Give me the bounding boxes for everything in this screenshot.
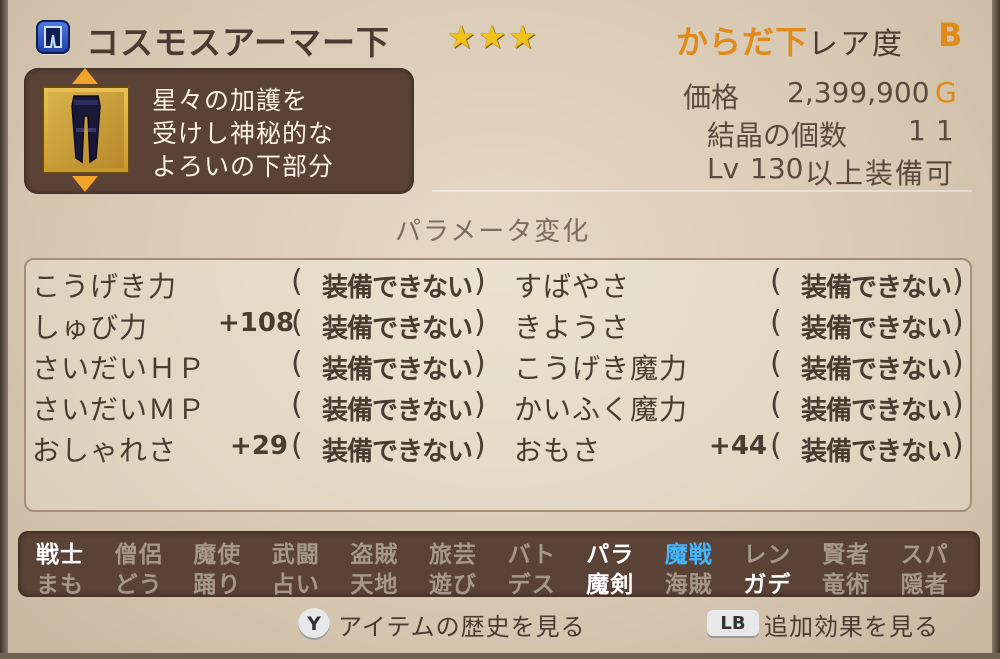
param-name: かいふく魔力: [514, 393, 689, 426]
param-name: こうげき魔力: [514, 352, 689, 385]
param-name: こうげき力: [32, 270, 178, 303]
close-paren: ): [952, 387, 964, 422]
job-row2-11: 隠者: [900, 572, 949, 598]
job-row2-10: 竜術: [822, 572, 870, 598]
open-paren: (: [770, 346, 782, 381]
param-name: おしゃれさ: [32, 434, 178, 467]
job-row1-0: 戦士: [36, 542, 84, 568]
item-name: コスモスアーマー下: [86, 23, 391, 62]
previous-item-arrow[interactable]: [72, 68, 98, 84]
price-label: 価格: [683, 81, 740, 114]
param-name: さいだいＭＰ: [32, 393, 207, 426]
star-rating: ★★★: [447, 18, 540, 56]
description-line: 星々の加護を: [152, 86, 309, 115]
open-paren: (: [291, 346, 303, 381]
close-paren: ): [474, 346, 486, 381]
item-description: 星々の加護を 受けし神秘的な よろいの下部分: [152, 84, 402, 183]
close-paren: ): [474, 428, 486, 463]
param-status: 装備できない: [801, 273, 952, 303]
right-border: [992, 0, 1000, 659]
armor-lower-icon: [36, 20, 70, 54]
bottom-border: [0, 653, 1000, 659]
param-name: しゅび力: [32, 311, 149, 344]
job-row2-7: 魔剣: [586, 572, 635, 598]
close-paren: ): [474, 264, 486, 299]
job-row1-9: レン: [743, 542, 792, 568]
param-name: きようさ: [514, 311, 631, 344]
close-paren: ): [952, 428, 964, 463]
param-status: 装備できない: [322, 273, 473, 303]
open-paren: (: [291, 264, 303, 299]
job-row2-6: デス: [507, 572, 556, 598]
close-paren: ): [952, 264, 964, 299]
job-row2-8: 海賊: [664, 572, 713, 598]
job-row1-3: 武闘: [271, 542, 320, 568]
extra-effects-link[interactable]: 追加効果を見る: [764, 607, 939, 642]
job-row2-3: 占い: [271, 572, 320, 598]
param-status: 装備できない: [801, 437, 952, 467]
open-paren: (: [770, 387, 782, 422]
next-item-arrow[interactable]: [72, 176, 98, 192]
crystal-value: 11: [908, 114, 964, 147]
close-paren: ): [952, 346, 964, 381]
param-name: おもさ: [514, 434, 602, 467]
job-row1-11: スパ: [900, 542, 949, 568]
job-row1-1: 僧侶: [114, 542, 163, 568]
info-divider: [432, 190, 972, 192]
param-name: すばやさ: [514, 270, 631, 303]
level-prefix: Lv: [707, 152, 740, 185]
price-unit: G: [935, 76, 957, 109]
param-status: 装備できない: [322, 437, 473, 467]
param-bonus: +29: [230, 431, 288, 461]
job-row1-6: バト: [507, 542, 557, 568]
rarity-label: レア度: [808, 27, 904, 62]
crystal-label: 結晶の個数: [707, 119, 848, 152]
job-row1-2: 魔使: [193, 542, 242, 568]
level-requirement: 130: [750, 152, 804, 185]
open-paren: (: [291, 305, 303, 340]
description-line: よろいの下部分: [152, 152, 335, 181]
job-row2-5: 遊び: [429, 572, 477, 598]
job-row2-0: まも: [36, 572, 84, 598]
job-row2-2: 踊り: [193, 572, 242, 598]
param-status: 装備できない: [801, 396, 952, 426]
open-paren: (: [770, 264, 782, 299]
param-bonus: +108: [218, 308, 295, 338]
parameter-title: パラメータ変化: [395, 217, 591, 247]
param-status: 装備できない: [801, 314, 952, 344]
job-row2-9: ガデ: [743, 572, 792, 598]
open-paren: (: [770, 428, 782, 463]
job-row2-1: どう: [114, 572, 163, 598]
left-border: [0, 0, 8, 659]
close-paren: ): [474, 387, 486, 422]
rarity-value: B: [938, 16, 963, 54]
job-row2-4: 天地: [350, 572, 399, 598]
param-bonus: +44: [709, 431, 767, 461]
param-status: 装備できない: [322, 355, 473, 385]
param-name: さいだいＨＰ: [32, 352, 207, 385]
open-paren: (: [291, 428, 303, 463]
param-status: 装備できない: [322, 396, 473, 426]
description-line: 受けし神秘的な: [152, 119, 335, 148]
close-paren: ): [474, 305, 486, 340]
y-button-icon[interactable]: Y: [298, 608, 330, 640]
job-row1-10: 賢者: [822, 542, 870, 568]
open-paren: (: [291, 387, 303, 422]
lb-button-icon[interactable]: LB: [707, 610, 759, 638]
price-value: 2,399,900: [787, 76, 930, 109]
job-row1-4: 盗賊: [350, 542, 399, 568]
job-row1-7: パラ: [586, 542, 635, 568]
item-history-link[interactable]: アイテムの歴史を見る: [338, 607, 586, 642]
param-status: 装備できない: [322, 314, 473, 344]
close-paren: ): [952, 305, 964, 340]
equipment-slot: からだ下: [676, 23, 809, 61]
level-suffix: 以上装備可: [805, 157, 956, 190]
item-thumbnail-image: [48, 92, 124, 168]
param-status: 装備できない: [801, 355, 952, 385]
job-row1-8: 魔戦: [664, 542, 713, 568]
open-paren: (: [770, 305, 782, 340]
job-row1-5: 旅芸: [429, 542, 477, 568]
